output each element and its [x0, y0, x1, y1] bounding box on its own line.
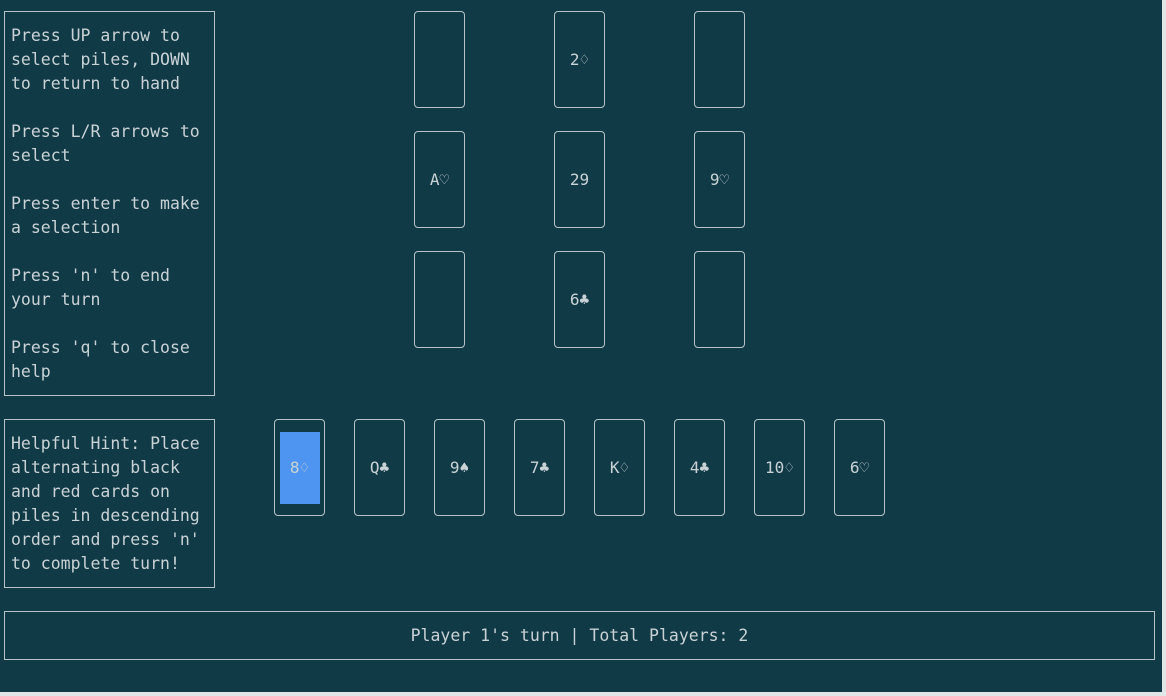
pile-label: A♡	[429, 170, 450, 189]
pile-label: 9♡	[709, 170, 730, 189]
pile-label: 29	[569, 170, 590, 189]
status-text: Player 1's turn | Total Players: 2	[410, 626, 749, 645]
help-text: Press UP arrow to select piles, DOWN to …	[11, 26, 200, 381]
card-label: 4♣	[689, 458, 710, 477]
card-label: K♢	[609, 458, 630, 477]
pile-slot-r1c1[interactable]	[414, 11, 465, 108]
pile-slot-r3c1[interactable]	[414, 251, 465, 348]
hand-card[interactable]: 10♢	[754, 419, 805, 516]
hand-card[interactable]: Q♣	[354, 419, 405, 516]
status-bar: Player 1's turn | Total Players: 2	[4, 611, 1155, 660]
card-label: 9♠	[449, 458, 470, 477]
pile-slot-r2c2[interactable]: 29	[554, 131, 605, 228]
pile-slot-r2c3[interactable]: 9♡	[694, 131, 745, 228]
window-edge	[0, 692, 1166, 696]
pile-slot-r1c2[interactable]: 2♢	[554, 11, 605, 108]
card-label: 6♡	[849, 458, 870, 477]
help-panel: Press UP arrow to select piles, DOWN to …	[4, 11, 215, 396]
hint-text: Helpful Hint: Place alternating black an…	[11, 434, 200, 573]
card-label: 8♢	[289, 458, 310, 477]
pile-label: 2♢	[569, 50, 590, 69]
pile-slot-r3c3[interactable]	[694, 251, 745, 348]
pile-slot-r2c1[interactable]: A♡	[414, 131, 465, 228]
window-edge	[1162, 0, 1166, 696]
hand-card[interactable]: K♢	[594, 419, 645, 516]
hand-card[interactable]: 8♢	[274, 419, 325, 516]
pile-slot-r3c2[interactable]: 6♣	[554, 251, 605, 348]
hand-card[interactable]: 6♡	[834, 419, 885, 516]
hand-card[interactable]: 4♣	[674, 419, 725, 516]
pile-label: 6♣	[569, 290, 590, 309]
hint-panel: Helpful Hint: Place alternating black an…	[4, 419, 215, 588]
hand-card[interactable]: 7♣	[514, 419, 565, 516]
card-label: 7♣	[529, 458, 550, 477]
card-label: Q♣	[369, 458, 390, 477]
pile-slot-r1c3[interactable]	[694, 11, 745, 108]
card-label: 10♢	[765, 458, 794, 477]
hand-card[interactable]: 9♠	[434, 419, 485, 516]
